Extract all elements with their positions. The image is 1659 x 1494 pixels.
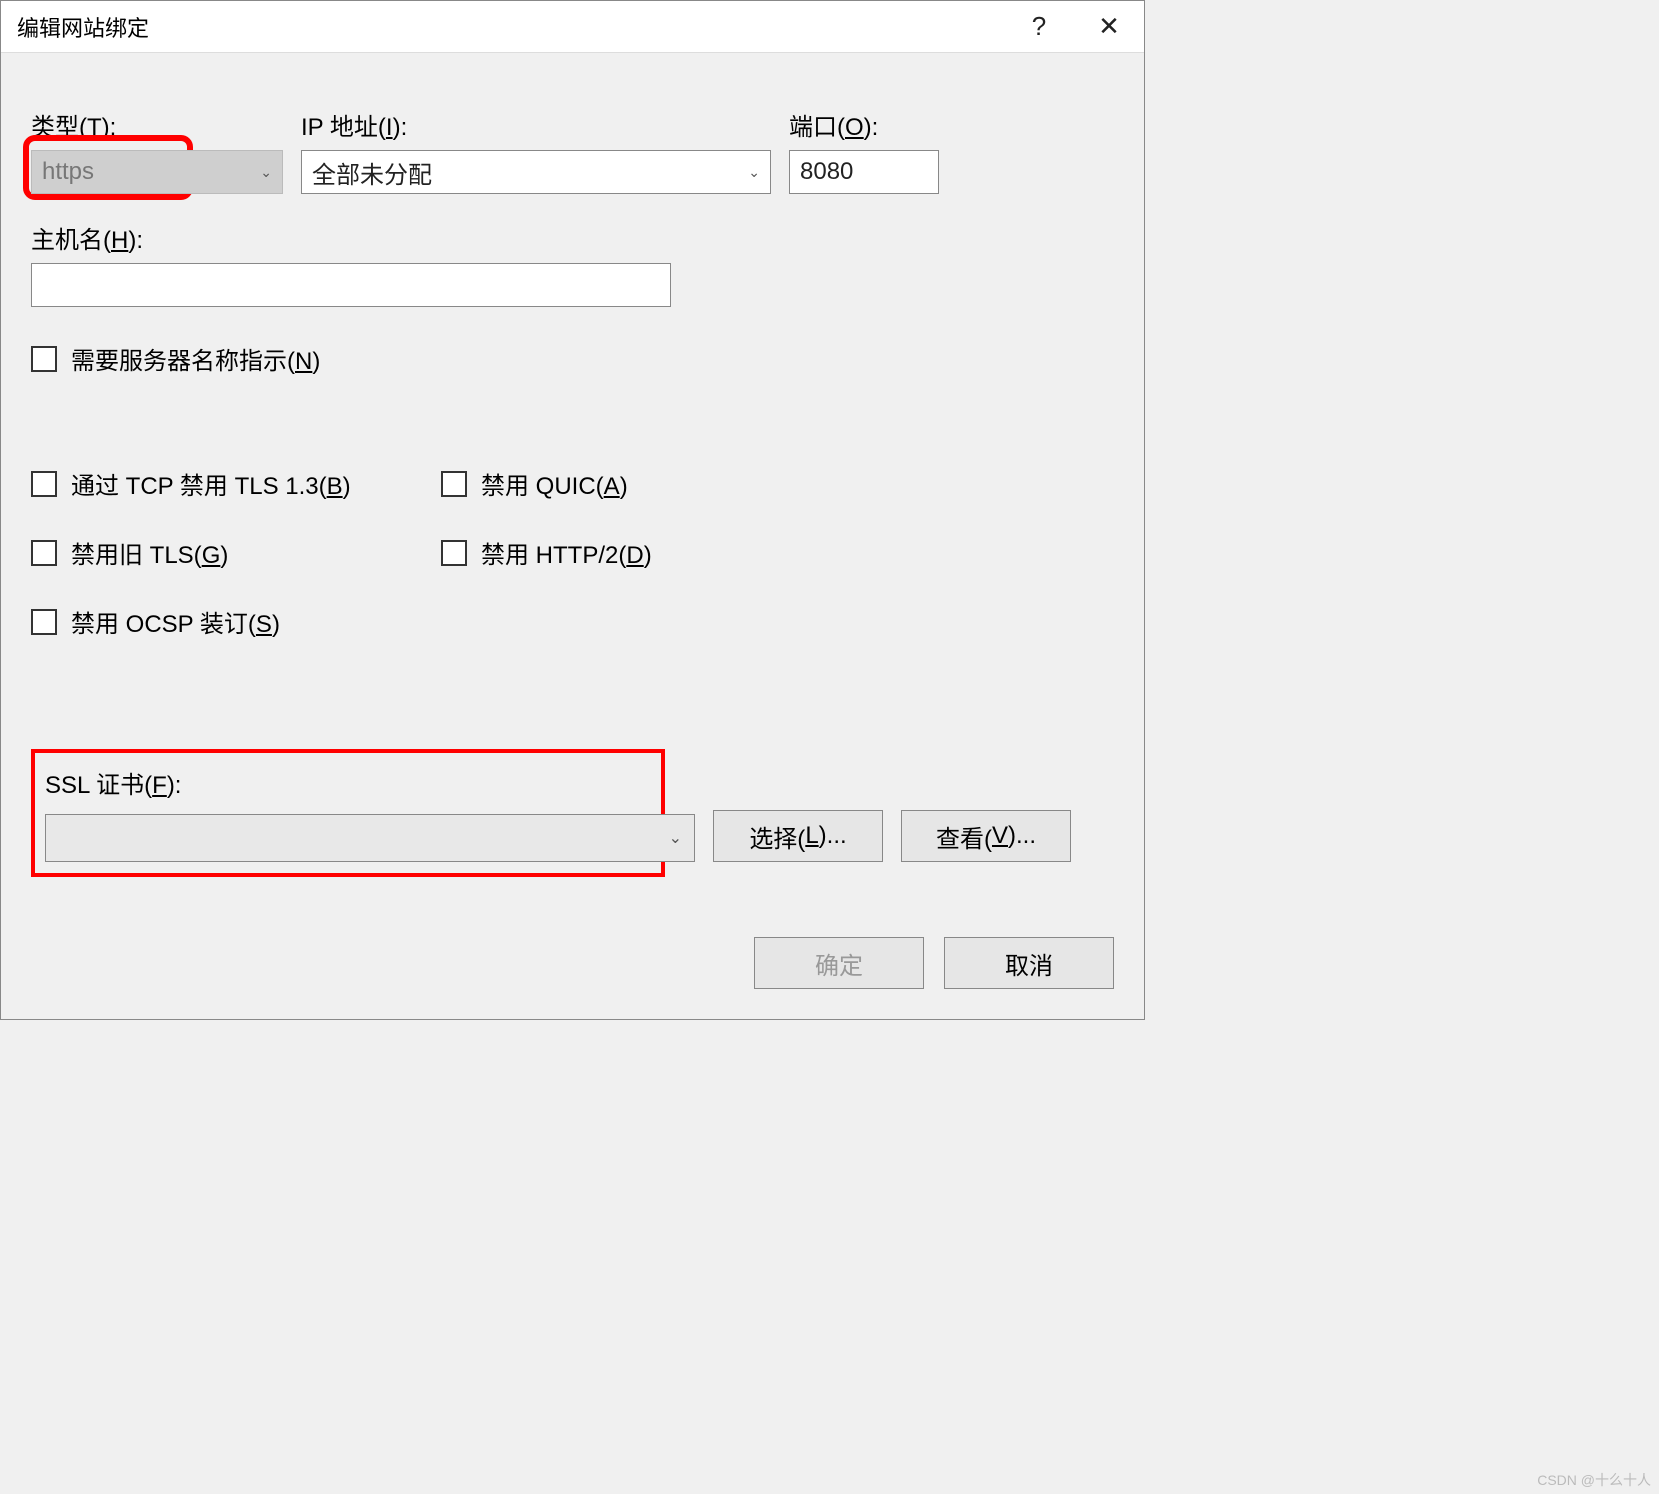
checkbox-icon — [31, 609, 57, 635]
checkbox-icon — [441, 540, 467, 566]
checkbox-icon — [31, 540, 57, 566]
view-cert-button[interactable]: 查看(V)... — [901, 810, 1071, 862]
host-input[interactable] — [31, 263, 671, 307]
chevron-down-icon: ⌄ — [748, 164, 760, 181]
type-label: 类型(T): — [31, 107, 283, 142]
ssl-cert-label: SSL 证书(F): — [45, 765, 1114, 800]
disable-http2-checkbox[interactable]: 禁用 HTTP/2(D) — [441, 535, 1114, 570]
disable-http2-label: 禁用 HTTP/2(D) — [481, 535, 652, 570]
ip-combo[interactable]: 全部未分配 ⌄ — [301, 150, 771, 194]
ok-button[interactable]: 确定 — [754, 937, 924, 989]
require-sni-label: 需要服务器名称指示(N) — [71, 341, 320, 376]
type-value: https — [42, 158, 94, 186]
close-button[interactable]: ✕ — [1074, 1, 1144, 53]
help-button[interactable]: ? — [1004, 1, 1074, 53]
checkbox-icon — [441, 471, 467, 497]
disable-quic-checkbox[interactable]: 禁用 QUIC(A) — [441, 466, 1114, 501]
ssl-cert-combo[interactable]: ⌄ — [45, 814, 695, 862]
checkbox-icon — [31, 346, 57, 372]
cancel-button[interactable]: 取消 — [944, 937, 1114, 989]
disable-tls13-label: 通过 TCP 禁用 TLS 1.3(B) — [71, 466, 351, 501]
dialog-footer: 确定 取消 — [754, 937, 1114, 989]
ip-label: IP 地址(I): — [301, 107, 771, 142]
dialog-title: 编辑网站绑定 — [17, 11, 1004, 43]
host-label: 主机名(H): — [31, 220, 671, 255]
disable-quic-label: 禁用 QUIC(A) — [481, 466, 628, 501]
port-input[interactable] — [789, 150, 939, 194]
port-label: 端口(O): — [789, 107, 939, 142]
checkbox-icon — [31, 471, 57, 497]
titlebar: 编辑网站绑定 ? ✕ — [1, 1, 1144, 53]
edit-site-binding-dialog: 编辑网站绑定 ? ✕ 类型(T): https ⌄ IP 地址(I): 全部未分… — [0, 0, 1145, 1020]
select-cert-button[interactable]: 选择(L)... — [713, 810, 883, 862]
watermark: CSDN @十么十人 — [1537, 1470, 1651, 1490]
type-combo[interactable]: https ⌄ — [31, 150, 283, 194]
disable-legacy-tls-label: 禁用旧 TLS(G) — [71, 535, 228, 570]
chevron-down-icon: ⌄ — [669, 828, 682, 848]
dialog-content: 类型(T): https ⌄ IP 地址(I): 全部未分配 ⌄ 端口(O): … — [1, 53, 1144, 892]
require-sni-checkbox[interactable]: 需要服务器名称指示(N) — [31, 341, 1114, 376]
disable-ocsp-checkbox[interactable]: 禁用 OCSP 装订(S) — [31, 604, 441, 639]
disable-ocsp-label: 禁用 OCSP 装订(S) — [71, 604, 280, 639]
chevron-down-icon: ⌄ — [260, 164, 272, 181]
disable-legacy-tls-checkbox[interactable]: 禁用旧 TLS(G) — [31, 535, 441, 570]
ip-value: 全部未分配 — [312, 155, 432, 190]
disable-tls13-checkbox[interactable]: 通过 TCP 禁用 TLS 1.3(B) — [31, 466, 441, 501]
